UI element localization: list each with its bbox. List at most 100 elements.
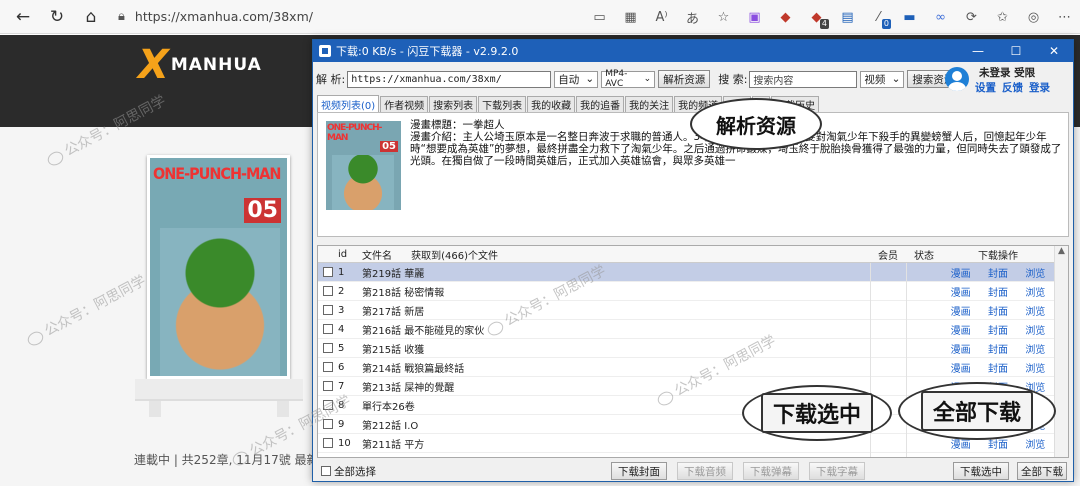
qr-icon[interactable]: ▦ [615, 0, 646, 34]
address-bar[interactable]: 🔒︎ https://xmanhua.com/38xm/ [118, 4, 558, 30]
tab-video-list[interactable]: 视频列表(0) [317, 95, 380, 112]
browse-link[interactable]: 浏览 [1025, 436, 1045, 451]
extension-icon-5[interactable]: ⁄ 0 [863, 0, 894, 34]
download-danmaku-button[interactable]: 下载弹幕 [743, 462, 799, 480]
home-icon[interactable]: ⌂ [74, 0, 108, 34]
auto-select[interactable]: 自动 ⌄ [554, 70, 599, 88]
browse-link[interactable]: 浏览 [1025, 303, 1045, 318]
row-member [870, 338, 906, 358]
profile-icon[interactable]: ◎ [1018, 0, 1049, 34]
extension-icon-7[interactable]: ∞ [925, 0, 956, 34]
search-input[interactable]: 搜索内容 [749, 70, 858, 88]
download-cover-link[interactable]: 封面 [988, 284, 1008, 299]
read-mode-icon[interactable]: ▭ [584, 0, 615, 34]
row-checkbox[interactable] [318, 266, 338, 278]
browse-link[interactable]: 浏览 [1025, 284, 1045, 299]
back-icon[interactable]: ← [6, 0, 40, 34]
close-button[interactable]: ✕ [1035, 40, 1073, 62]
row-checkbox[interactable] [318, 342, 338, 354]
extension-icon-3[interactable]: ◆ 4 [801, 0, 832, 34]
site-logo[interactable]: X MANHUA [138, 45, 262, 85]
download-cover-link[interactable]: 封面 [988, 341, 1008, 356]
browse-link[interactable]: 浏览 [1025, 360, 1045, 375]
download-cover-link[interactable]: 封面 [988, 265, 1008, 280]
extension-icon-2[interactable]: ◆ [770, 0, 801, 34]
collections-icon[interactable]: ⟳ [956, 0, 987, 34]
table-row[interactable]: 4 第216話 最不能碰見的家伙 漫画 封面 浏览 [318, 319, 1068, 339]
scroll-up-icon[interactable]: ▲ [1055, 246, 1068, 256]
tab-search-list[interactable]: 搜索列表 [429, 96, 478, 112]
download-audio-button[interactable]: 下载音频 [677, 462, 733, 480]
lock-icon[interactable]: 🔒︎ [118, 9, 125, 24]
tab-author-videos[interactable]: 作者视频 [380, 96, 429, 112]
row-checkbox[interactable] [318, 304, 338, 316]
table-row[interactable]: 1 第219話 華麗 漫画 封面 浏览 [318, 262, 1068, 282]
download-manga-link[interactable]: 漫画 [951, 284, 971, 299]
minimize-button[interactable]: — [959, 40, 997, 62]
tab-download-list[interactable]: 下载列表 [478, 96, 527, 112]
browse-link[interactable]: 浏览 [1025, 455, 1045, 458]
read-aloud-icon[interactable]: A⁾ [646, 0, 677, 34]
reload-icon[interactable]: ↻ [40, 0, 74, 34]
more-icon[interactable]: ⋯ [1049, 0, 1080, 34]
maximize-button[interactable]: ☐ [997, 40, 1035, 62]
download-subtitle-button[interactable]: 下载字幕 [809, 462, 865, 480]
row-checkbox[interactable] [318, 323, 338, 335]
window-controls: — ☐ ✕ [959, 40, 1073, 62]
row-checkbox[interactable] [318, 285, 338, 297]
select-all-checkbox[interactable]: 全部选择 [321, 464, 376, 479]
download-all-button[interactable]: 全部下载 [1017, 462, 1067, 480]
download-cover-link[interactable]: 封面 [988, 455, 1008, 458]
extension-icon-4[interactable]: ▤ [832, 0, 863, 34]
extension-icon-6[interactable]: ▬ [894, 0, 925, 34]
table-row[interactable]: 3 第217話 新居 漫画 封面 浏览 [318, 300, 1068, 320]
row-checkbox[interactable] [318, 456, 338, 457]
url-input[interactable]: https://xmanhua.com/38xm/ [347, 70, 552, 88]
search-type-select[interactable]: 视频 ⌄ [860, 70, 905, 88]
parse-button[interactable]: 解析资源 [658, 70, 711, 88]
row-checkbox[interactable] [318, 380, 338, 392]
row-ops: 漫画 封面 浏览 [942, 360, 1054, 375]
download-manga-link[interactable]: 漫画 [951, 455, 971, 458]
browse-link[interactable]: 浏览 [1025, 341, 1045, 356]
settings-link[interactable]: 设置 [975, 80, 996, 95]
row-member [870, 357, 906, 377]
row-checkbox[interactable] [318, 418, 338, 430]
extension-icon-1[interactable]: ▣ [739, 0, 770, 34]
row-checkbox[interactable] [318, 361, 338, 373]
format-select[interactable]: MP4-AVC ⌄ [601, 69, 656, 89]
parse-label: 解 析: [316, 73, 346, 86]
row-filename: 第217話 新居 [362, 306, 425, 318]
download-manga-link[interactable]: 漫画 [951, 322, 971, 337]
checkbox-icon [323, 399, 333, 410]
favorite-icon[interactable]: ☆ [708, 0, 739, 34]
table-row[interactable]: 6 第214話 戰狼篇最終話 漫画 封面 浏览 [318, 357, 1068, 377]
download-manga-link[interactable]: 漫画 [951, 303, 971, 318]
row-checkbox[interactable] [318, 437, 338, 449]
download-cover-link[interactable]: 封面 [988, 322, 1008, 337]
table-row[interactable]: 5 第215話 收獲 漫画 封面 浏览 [318, 338, 1068, 358]
tab-following-series[interactable]: 我的追番 [576, 96, 625, 112]
row-checkbox[interactable] [318, 399, 338, 411]
avatar-icon[interactable] [945, 67, 969, 91]
manga-cover[interactable]: ONE-PUNCH-MAN 05 [147, 155, 290, 379]
vertical-scrollbar[interactable]: ▲ [1054, 246, 1068, 457]
download-manga-link[interactable]: 漫画 [951, 341, 971, 356]
download-cover-button[interactable]: 下载封面 [611, 462, 667, 480]
feedback-link[interactable]: 反馈 [1002, 80, 1023, 95]
download-cover-link[interactable]: 封面 [988, 303, 1008, 318]
browse-link[interactable]: 浏览 [1025, 322, 1045, 337]
table-row[interactable]: 11第210話 漫画 封面 浏览 [318, 452, 1068, 458]
download-manga-link[interactable]: 漫画 [951, 360, 971, 375]
download-manga-link[interactable]: 漫画 [951, 265, 971, 280]
tab-following[interactable]: 我的关注 [625, 96, 674, 112]
table-row[interactable]: 2 第218話 秘密情報 漫画 封面 浏览 [318, 281, 1068, 301]
user-panel: 未登录 受限 设置 反馈 登录 [945, 65, 1065, 99]
browse-link[interactable]: 浏览 [1025, 265, 1045, 280]
download-cover-link[interactable]: 封面 [988, 360, 1008, 375]
download-selected-button[interactable]: 下载选中 [953, 462, 1009, 480]
translate-icon[interactable]: あ [677, 0, 708, 34]
login-link[interactable]: 登录 [1029, 80, 1050, 95]
favorites-bar-icon[interactable]: ✩ [987, 0, 1018, 34]
tab-favorites[interactable]: 我的收藏 [527, 96, 576, 112]
